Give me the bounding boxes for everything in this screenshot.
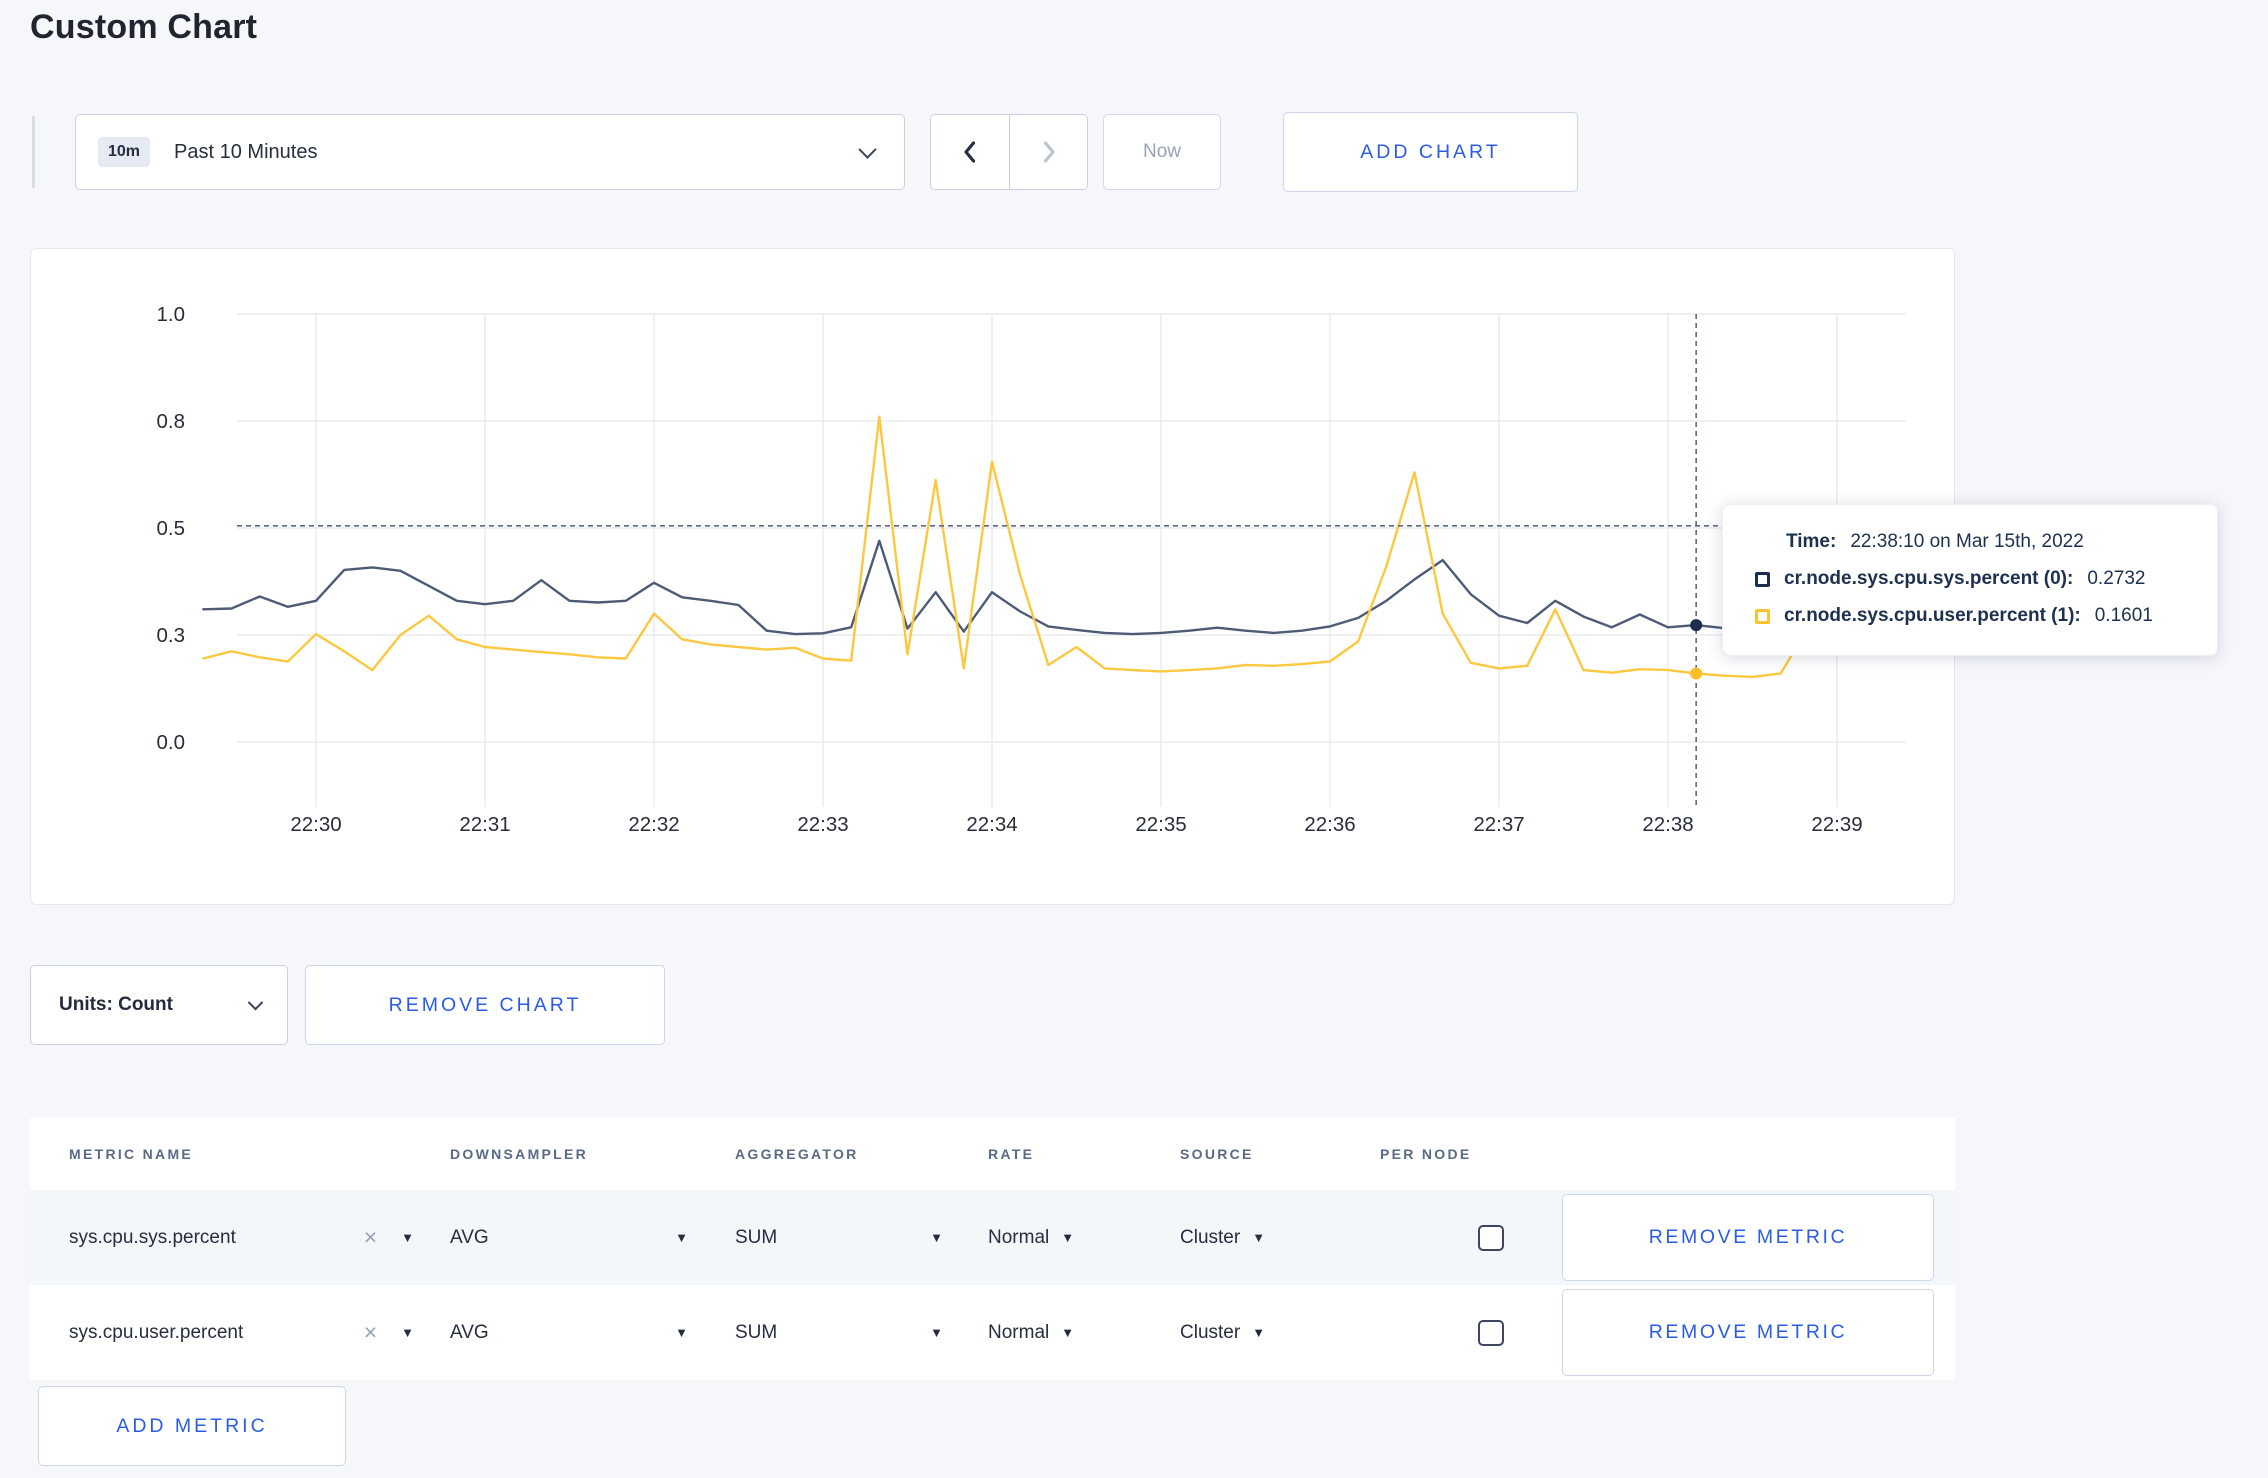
- svg-text:0.5: 0.5: [157, 517, 186, 540]
- svg-text:22:32: 22:32: [628, 813, 679, 836]
- dropdown-arrow-icon: ▼: [1061, 1325, 1075, 1340]
- time-range-select[interactable]: 10m Past 10 Minutes: [75, 114, 905, 190]
- dropdown-arrow-icon: ▼: [1252, 1325, 1266, 1340]
- rate-select[interactable]: Normal ▼: [988, 1190, 1074, 1285]
- clear-metric-icon[interactable]: ×: [364, 1321, 377, 1344]
- column-header-metric-name: METRIC NAME: [69, 1146, 194, 1162]
- clear-metric-icon[interactable]: ×: [364, 1226, 377, 1249]
- tooltip-series-value: 0.2732: [2087, 568, 2146, 589]
- toolbar-divider: [32, 116, 35, 188]
- dropdown-arrow-icon: ▼: [675, 1230, 688, 1245]
- tooltip-series-row: cr.node.sys.cpu.user.percent (1): 0.1601: [1755, 605, 2189, 627]
- chevron-right-icon: [1043, 141, 1055, 163]
- remove-metric-button[interactable]: REMOVE METRIC: [1562, 1289, 1934, 1376]
- remove-chart-button[interactable]: REMOVE CHART: [305, 965, 665, 1045]
- metric-name-select[interactable]: sys.cpu.user.percent × ▼: [69, 1285, 414, 1380]
- add-metric-button[interactable]: ADD METRIC: [38, 1386, 346, 1466]
- chart-card: 0.0 0.3 0.5 0.8 1.0 22:30 22:31 22:32 22:33 22:34…: [30, 248, 2218, 905]
- chevron-left-icon: [964, 141, 976, 163]
- column-header-aggregator: AGGREGATOR: [735, 1146, 859, 1162]
- column-header-per-node: PER NODE: [1380, 1146, 1472, 1162]
- column-header-downsampler: DOWNSAMPLER: [450, 1146, 589, 1162]
- table-row: sys.cpu.sys.percent × ▼ AVG ▼ SUM ▼ Norm…: [30, 1190, 1955, 1285]
- time-range-arrows: [930, 114, 1088, 190]
- tooltip-time-value: 22:38:10 on Mar 15th, 2022: [1850, 531, 2084, 552]
- tooltip-series-name: cr.node.sys.cpu.sys.percent (0):: [1784, 568, 2074, 589]
- table-row: sys.cpu.user.percent × ▼ AVG ▼ SUM ▼ Nor…: [30, 1285, 1955, 1380]
- prev-range-button[interactable]: [931, 115, 1009, 189]
- dropdown-arrow-icon: ▼: [930, 1325, 943, 1340]
- tooltip-series-row: cr.node.sys.cpu.sys.percent (0): 0.2732: [1755, 568, 2189, 590]
- tooltip-time-row: Time: 22:38:10 on Mar 15th, 2022: [1755, 531, 2189, 553]
- metrics-table: METRIC NAME DOWNSAMPLER AGGREGATOR RATE …: [30, 1118, 1955, 1380]
- time-range-label: Past 10 Minutes: [174, 140, 318, 163]
- dropdown-arrow-icon: ▼: [675, 1325, 688, 1340]
- downsampler-value: AVG: [450, 1226, 489, 1248]
- now-button[interactable]: Now: [1103, 114, 1221, 190]
- source-value: Cluster: [1180, 1226, 1241, 1248]
- source-select[interactable]: Cluster ▼: [1180, 1285, 1265, 1380]
- time-range-badge: 10m: [98, 137, 151, 167]
- dropdown-arrow-icon: ▼: [930, 1230, 943, 1245]
- svg-text:22:30: 22:30: [290, 813, 341, 836]
- add-chart-button[interactable]: ADD CHART: [1283, 112, 1578, 192]
- svg-text:22:36: 22:36: [1304, 813, 1355, 836]
- chart-tooltip: Time: 22:38:10 on Mar 15th, 2022 cr.node…: [1722, 504, 2218, 656]
- remove-metric-button[interactable]: REMOVE METRIC: [1562, 1194, 1934, 1281]
- tooltip-time-label: Time:: [1786, 531, 1837, 552]
- rate-value: Normal: [988, 1321, 1050, 1343]
- dropdown-arrow-icon[interactable]: ▼: [401, 1230, 414, 1245]
- svg-text:0.3: 0.3: [157, 624, 186, 647]
- downsampler-select[interactable]: AVG ▼: [450, 1285, 688, 1380]
- downsampler-value: AVG: [450, 1321, 489, 1343]
- column-header-source: SOURCE: [1180, 1146, 1254, 1162]
- aggregator-select[interactable]: SUM ▼: [735, 1285, 943, 1380]
- tooltip-series-name: cr.node.sys.cpu.user.percent (1):: [1784, 605, 2081, 626]
- units-label: Units: Count: [59, 994, 173, 1015]
- metric-name-value: sys.cpu.sys.percent: [69, 1226, 236, 1248]
- aggregator-select[interactable]: SUM ▼: [735, 1190, 943, 1285]
- rate-value: Normal: [988, 1226, 1050, 1248]
- svg-text:0.0: 0.0: [157, 731, 186, 754]
- chevron-down-icon: [247, 994, 264, 1010]
- aggregator-value: SUM: [735, 1226, 778, 1248]
- svg-text:22:31: 22:31: [459, 813, 510, 836]
- page-title: Custom Chart: [30, 8, 258, 46]
- units-select[interactable]: Units: Count: [30, 965, 288, 1045]
- timeseries-chart[interactable]: 0.0 0.3 0.5 0.8 1.0 22:30 22:31 22:32 22:33 22:34…: [31, 249, 1953, 889]
- per-node-checkbox[interactable]: [1478, 1224, 1504, 1251]
- metric-name-select[interactable]: sys.cpu.sys.percent × ▼: [69, 1190, 414, 1285]
- source-value: Cluster: [1180, 1321, 1241, 1343]
- svg-text:22:33: 22:33: [797, 813, 848, 836]
- dropdown-arrow-icon: ▼: [1061, 1230, 1075, 1245]
- source-select[interactable]: Cluster ▼: [1180, 1190, 1265, 1285]
- per-node-checkbox[interactable]: [1478, 1319, 1504, 1346]
- svg-text:22:38: 22:38: [1642, 813, 1693, 836]
- rate-select[interactable]: Normal ▼: [988, 1285, 1074, 1380]
- aggregator-value: SUM: [735, 1321, 778, 1343]
- svg-text:0.8: 0.8: [157, 410, 186, 433]
- downsampler-select[interactable]: AVG ▼: [450, 1190, 688, 1285]
- series-swatch-icon: [1755, 608, 1770, 624]
- tooltip-series-value: 0.1601: [2094, 605, 2153, 626]
- dropdown-arrow-icon[interactable]: ▼: [401, 1325, 414, 1340]
- svg-text:22:37: 22:37: [1473, 813, 1524, 836]
- series-swatch-icon: [1755, 571, 1770, 587]
- svg-text:22:35: 22:35: [1135, 813, 1186, 836]
- dropdown-arrow-icon: ▼: [1252, 1230, 1266, 1245]
- svg-text:22:39: 22:39: [1811, 813, 1862, 836]
- metric-name-value: sys.cpu.user.percent: [69, 1321, 244, 1343]
- svg-text:22:34: 22:34: [966, 813, 1017, 836]
- next-range-button[interactable]: [1009, 115, 1087, 189]
- svg-text:1.0: 1.0: [157, 303, 186, 326]
- column-header-rate: RATE: [988, 1146, 1035, 1162]
- chevron-down-icon: [858, 139, 877, 159]
